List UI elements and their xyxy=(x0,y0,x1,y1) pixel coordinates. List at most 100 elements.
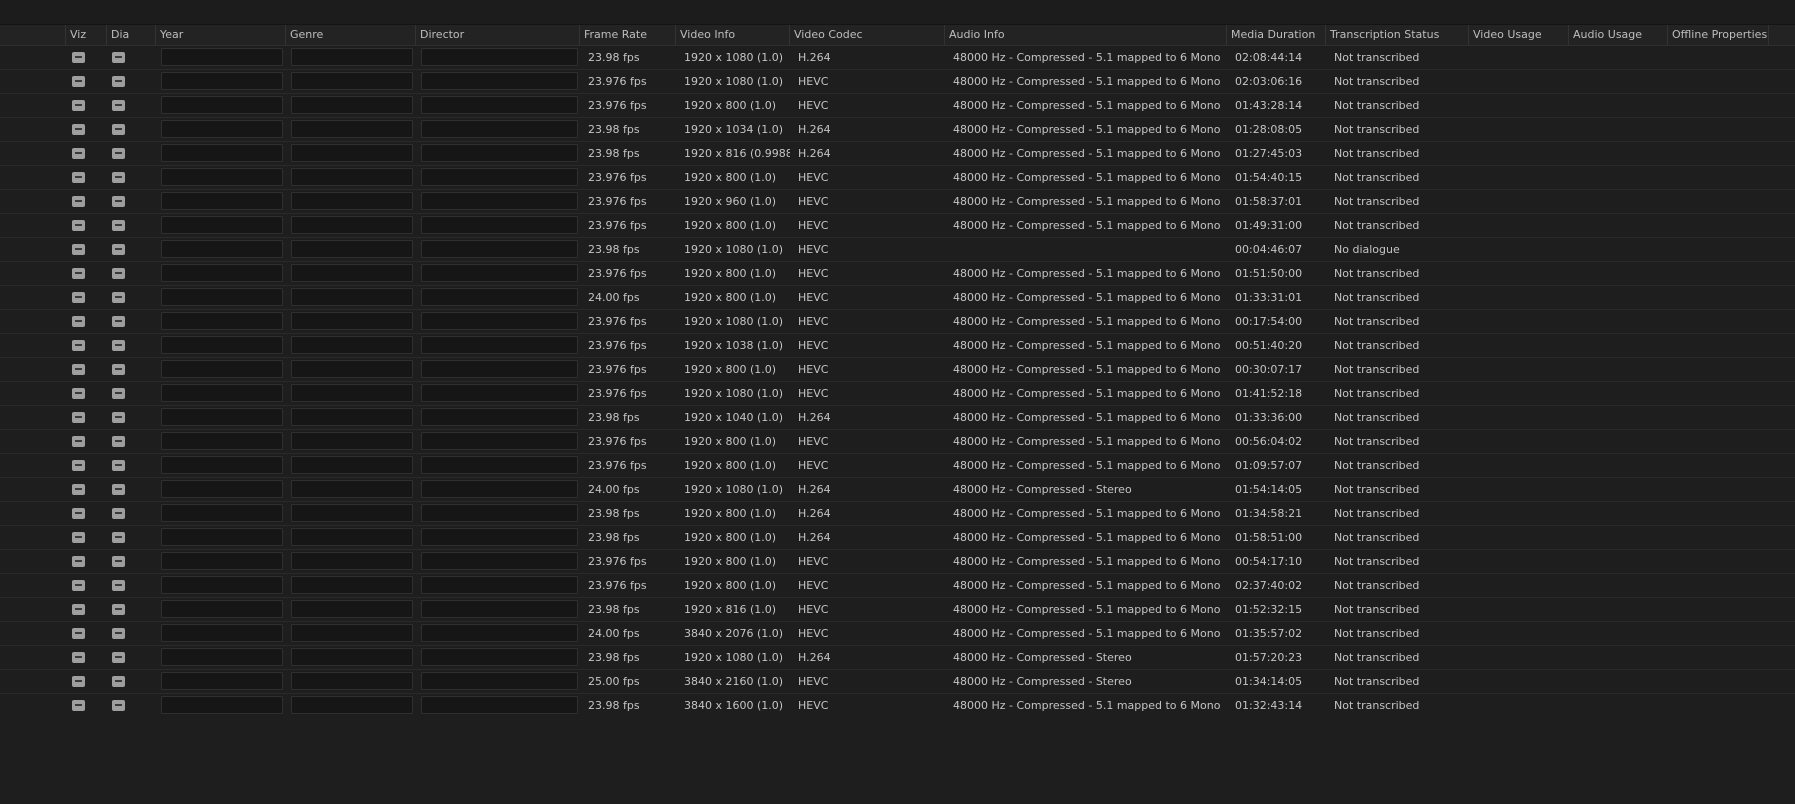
viz-toggle[interactable] xyxy=(72,220,85,231)
director-field[interactable] xyxy=(421,72,578,90)
year-field[interactable] xyxy=(161,504,283,522)
viz-toggle[interactable] xyxy=(72,52,85,63)
genre-field[interactable] xyxy=(291,624,413,642)
viz-toggle[interactable] xyxy=(72,532,85,543)
table-row[interactable]: 23.98 fps 1920 x 816 (0.9988) H.264 48000 H… xyxy=(0,142,1795,166)
table-row[interactable]: 23.98 fps 1920 x 1034 (1.0) H.264 48000 Hz … xyxy=(0,118,1795,142)
genre-field[interactable] xyxy=(291,504,413,522)
header-name-column[interactable] xyxy=(0,25,66,45)
year-field[interactable] xyxy=(161,120,283,138)
year-field[interactable] xyxy=(161,168,283,186)
year-field[interactable] xyxy=(161,264,283,282)
year-field[interactable] xyxy=(161,408,283,426)
dia-toggle[interactable] xyxy=(112,244,125,255)
genre-field[interactable] xyxy=(291,240,413,258)
table-row[interactable]: 23.976 fps 1920 x 1038 (1.0) HEVC 48000 Hz … xyxy=(0,334,1795,358)
genre-field[interactable] xyxy=(291,96,413,114)
year-field[interactable] xyxy=(161,576,283,594)
year-field[interactable] xyxy=(161,192,283,210)
viz-toggle[interactable] xyxy=(72,268,85,279)
director-field[interactable] xyxy=(421,120,578,138)
header-transcription-status[interactable]: Transcription Status xyxy=(1326,25,1469,45)
genre-field[interactable] xyxy=(291,144,413,162)
director-field[interactable] xyxy=(421,144,578,162)
header-director[interactable]: Director xyxy=(416,25,580,45)
dia-toggle[interactable] xyxy=(112,532,125,543)
year-field[interactable] xyxy=(161,600,283,618)
dia-toggle[interactable] xyxy=(112,700,125,711)
year-field[interactable] xyxy=(161,336,283,354)
dia-toggle[interactable] xyxy=(112,556,125,567)
header-year[interactable]: Year xyxy=(156,25,286,45)
table-row[interactable]: 23.98 fps 3840 x 1600 (1.0) HEVC 48000 Hz -… xyxy=(0,694,1795,718)
director-field[interactable] xyxy=(421,600,578,618)
director-field[interactable] xyxy=(421,504,578,522)
genre-field[interactable] xyxy=(291,336,413,354)
table-row[interactable]: 23.976 fps 1920 x 800 (1.0) HEVC 48000 Hz -… xyxy=(0,166,1795,190)
table-row[interactable]: 24.00 fps 1920 x 800 (1.0) HEVC 48000 Hz - … xyxy=(0,286,1795,310)
genre-field[interactable] xyxy=(291,168,413,186)
viz-toggle[interactable] xyxy=(72,556,85,567)
genre-field[interactable] xyxy=(291,696,413,714)
viz-toggle[interactable] xyxy=(72,292,85,303)
viz-toggle[interactable] xyxy=(72,628,85,639)
genre-field[interactable] xyxy=(291,72,413,90)
dia-toggle[interactable] xyxy=(112,52,125,63)
genre-field[interactable] xyxy=(291,384,413,402)
genre-field[interactable] xyxy=(291,528,413,546)
dia-toggle[interactable] xyxy=(112,316,125,327)
year-field[interactable] xyxy=(161,48,283,66)
dia-toggle[interactable] xyxy=(112,652,125,663)
viz-toggle[interactable] xyxy=(72,148,85,159)
table-row[interactable]: 23.976 fps 1920 x 1080 (1.0) HEVC 48000 Hz … xyxy=(0,382,1795,406)
dia-toggle[interactable] xyxy=(112,436,125,447)
year-field[interactable] xyxy=(161,240,283,258)
dia-toggle[interactable] xyxy=(112,628,125,639)
header-video-codec[interactable]: Video Codec xyxy=(790,25,945,45)
director-field[interactable] xyxy=(421,360,578,378)
table-row[interactable]: 24.00 fps 1920 x 1080 (1.0) H.264 48000 Hz … xyxy=(0,478,1795,502)
dia-toggle[interactable] xyxy=(112,580,125,591)
dia-toggle[interactable] xyxy=(112,604,125,615)
director-field[interactable] xyxy=(421,672,578,690)
year-field[interactable] xyxy=(161,96,283,114)
table-row[interactable]: 23.976 fps 1920 x 800 (1.0) HEVC 48000 Hz -… xyxy=(0,94,1795,118)
table-row[interactable]: 23.976 fps 1920 x 1080 (1.0) HEVC 48000 Hz … xyxy=(0,70,1795,94)
viz-toggle[interactable] xyxy=(72,580,85,591)
table-row[interactable]: 23.98 fps 1920 x 1080 (1.0) H.264 48000 Hz … xyxy=(0,46,1795,70)
year-field[interactable] xyxy=(161,216,283,234)
genre-field[interactable] xyxy=(291,360,413,378)
dia-toggle[interactable] xyxy=(112,172,125,183)
director-field[interactable] xyxy=(421,552,578,570)
viz-toggle[interactable] xyxy=(72,412,85,423)
genre-field[interactable] xyxy=(291,672,413,690)
header-video-info[interactable]: Video Info xyxy=(676,25,790,45)
director-field[interactable] xyxy=(421,456,578,474)
director-field[interactable] xyxy=(421,96,578,114)
dia-toggle[interactable] xyxy=(112,460,125,471)
header-offline-properties[interactable]: Offline Properties xyxy=(1668,25,1769,45)
table-row[interactable]: 23.98 fps 1920 x 1080 (1.0) H.264 48000 Hz … xyxy=(0,646,1795,670)
table-row[interactable]: 23.976 fps 1920 x 960 (1.0) HEVC 48000 Hz -… xyxy=(0,190,1795,214)
table-row[interactable]: 23.976 fps 1920 x 800 (1.0) HEVC 48000 Hz -… xyxy=(0,574,1795,598)
header-dia[interactable]: Dia xyxy=(107,25,156,45)
dia-toggle[interactable] xyxy=(112,364,125,375)
dia-toggle[interactable] xyxy=(112,340,125,351)
director-field[interactable] xyxy=(421,624,578,642)
director-field[interactable] xyxy=(421,336,578,354)
director-field[interactable] xyxy=(421,48,578,66)
genre-field[interactable] xyxy=(291,288,413,306)
dia-toggle[interactable] xyxy=(112,292,125,303)
year-field[interactable] xyxy=(161,672,283,690)
director-field[interactable] xyxy=(421,168,578,186)
header-audio-info[interactable]: Audio Info xyxy=(945,25,1227,45)
director-field[interactable] xyxy=(421,216,578,234)
dia-toggle[interactable] xyxy=(112,196,125,207)
table-row[interactable]: 24.00 fps 3840 x 2076 (1.0) HEVC 48000 Hz -… xyxy=(0,622,1795,646)
director-field[interactable] xyxy=(421,384,578,402)
viz-toggle[interactable] xyxy=(72,124,85,135)
viz-toggle[interactable] xyxy=(72,172,85,183)
viz-toggle[interactable] xyxy=(72,508,85,519)
dia-toggle[interactable] xyxy=(112,100,125,111)
header-viz[interactable]: Viz xyxy=(66,25,107,45)
